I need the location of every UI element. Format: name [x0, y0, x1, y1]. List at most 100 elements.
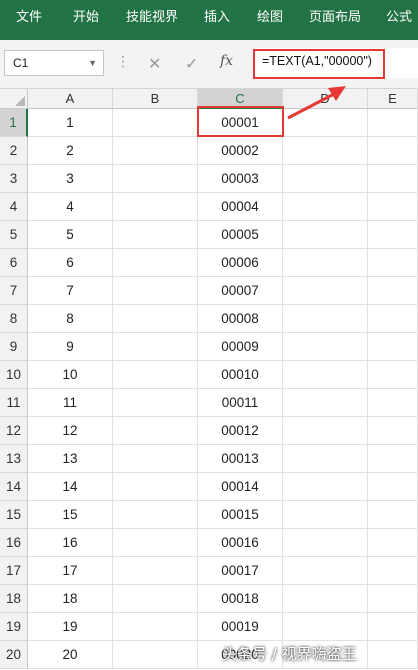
cell-a[interactable]: 4: [28, 193, 113, 221]
name-box[interactable]: C1 ▼: [4, 50, 104, 76]
cell-d[interactable]: [283, 557, 368, 585]
cell-b[interactable]: [113, 641, 198, 669]
cell-a[interactable]: 9: [28, 333, 113, 361]
cell-d[interactable]: [283, 221, 368, 249]
cell-b[interactable]: [113, 361, 198, 389]
column-header-c[interactable]: C: [198, 89, 283, 109]
cell-e[interactable]: [368, 585, 418, 613]
cell-e[interactable]: [368, 641, 418, 669]
enter-icon[interactable]: ✓: [185, 54, 198, 73]
cell-d[interactable]: [283, 137, 368, 165]
row-header[interactable]: 5: [0, 221, 28, 249]
cell-b[interactable]: [113, 389, 198, 417]
column-header-e[interactable]: E: [368, 89, 418, 109]
cell-c[interactable]: 00005: [198, 221, 283, 249]
cell-c[interactable]: 00004: [198, 193, 283, 221]
cell-d[interactable]: [283, 305, 368, 333]
cell-c[interactable]: 00006: [198, 249, 283, 277]
cell-a[interactable]: 11: [28, 389, 113, 417]
cell-e[interactable]: [368, 501, 418, 529]
cell-a[interactable]: 13: [28, 445, 113, 473]
cell-d[interactable]: [283, 529, 368, 557]
cell-d[interactable]: [283, 501, 368, 529]
tab-skill-view[interactable]: 技能视界: [126, 0, 178, 40]
cell-b[interactable]: [113, 445, 198, 473]
row-header[interactable]: 16: [0, 529, 28, 557]
cell-c[interactable]: 00008: [198, 305, 283, 333]
row-header[interactable]: 11: [0, 389, 28, 417]
cell-a[interactable]: 18: [28, 585, 113, 613]
tab-draw[interactable]: 绘图: [257, 0, 283, 40]
row-header[interactable]: 10: [0, 361, 28, 389]
cell-d[interactable]: [283, 249, 368, 277]
cell-b[interactable]: [113, 165, 198, 193]
cell-c[interactable]: 00017: [198, 557, 283, 585]
cell-c[interactable]: 00012: [198, 417, 283, 445]
cell-e[interactable]: [368, 417, 418, 445]
cell-d[interactable]: [283, 193, 368, 221]
row-header[interactable]: 9: [0, 333, 28, 361]
cell-e[interactable]: [368, 277, 418, 305]
tab-home[interactable]: 开始: [73, 0, 99, 40]
cell-a[interactable]: 19: [28, 613, 113, 641]
cell-c[interactable]: 00007: [198, 277, 283, 305]
select-all-button[interactable]: [0, 89, 28, 109]
cell-c[interactable]: 00015: [198, 501, 283, 529]
cell-d[interactable]: [283, 473, 368, 501]
cell-c[interactable]: 00010: [198, 361, 283, 389]
cell-e[interactable]: [368, 445, 418, 473]
cell-b[interactable]: [113, 249, 198, 277]
cell-a[interactable]: 2: [28, 137, 113, 165]
row-header[interactable]: 12: [0, 417, 28, 445]
cell-c[interactable]: 00001: [198, 109, 283, 137]
cell-a[interactable]: 1: [28, 109, 113, 137]
row-header[interactable]: 4: [0, 193, 28, 221]
cell-d[interactable]: [283, 333, 368, 361]
cell-e[interactable]: [368, 613, 418, 641]
cell-a[interactable]: 10: [28, 361, 113, 389]
cell-b[interactable]: [113, 109, 198, 137]
cell-d[interactable]: [283, 277, 368, 305]
chevron-down-icon[interactable]: ▼: [88, 51, 97, 75]
tab-insert[interactable]: 插入: [204, 0, 230, 40]
cell-e[interactable]: [368, 557, 418, 585]
cell-d[interactable]: [283, 445, 368, 473]
row-header[interactable]: 17: [0, 557, 28, 585]
row-header[interactable]: 8: [0, 305, 28, 333]
row-header[interactable]: 1: [0, 109, 28, 137]
cell-b[interactable]: [113, 277, 198, 305]
cell-c[interactable]: 00018: [198, 585, 283, 613]
tab-formulas[interactable]: 公式: [386, 0, 412, 40]
cell-e[interactable]: [368, 333, 418, 361]
cell-b[interactable]: [113, 501, 198, 529]
cell-b[interactable]: [113, 585, 198, 613]
row-header[interactable]: 3: [0, 165, 28, 193]
cell-c[interactable]: 00002: [198, 137, 283, 165]
row-header[interactable]: 7: [0, 277, 28, 305]
row-header[interactable]: 19: [0, 613, 28, 641]
cell-e[interactable]: [368, 389, 418, 417]
cell-d[interactable]: [283, 585, 368, 613]
row-header[interactable]: 14: [0, 473, 28, 501]
cell-e[interactable]: [368, 249, 418, 277]
cell-d[interactable]: [283, 109, 368, 137]
row-header[interactable]: 15: [0, 501, 28, 529]
insert-function-icon[interactable]: fx: [220, 53, 233, 69]
cell-d[interactable]: [283, 361, 368, 389]
cell-d[interactable]: [283, 417, 368, 445]
cell-e[interactable]: [368, 473, 418, 501]
cell-b[interactable]: [113, 529, 198, 557]
column-header-a[interactable]: A: [28, 89, 113, 109]
cell-a[interactable]: 8: [28, 305, 113, 333]
row-header[interactable]: 18: [0, 585, 28, 613]
cell-a[interactable]: 12: [28, 417, 113, 445]
cell-e[interactable]: [368, 165, 418, 193]
cell-d[interactable]: [283, 165, 368, 193]
cell-a[interactable]: 3: [28, 165, 113, 193]
cell-e[interactable]: [368, 305, 418, 333]
cell-a[interactable]: 16: [28, 529, 113, 557]
cell-c[interactable]: 00003: [198, 165, 283, 193]
cell-a[interactable]: 20: [28, 641, 113, 669]
cell-e[interactable]: [368, 361, 418, 389]
cell-b[interactable]: [113, 333, 198, 361]
